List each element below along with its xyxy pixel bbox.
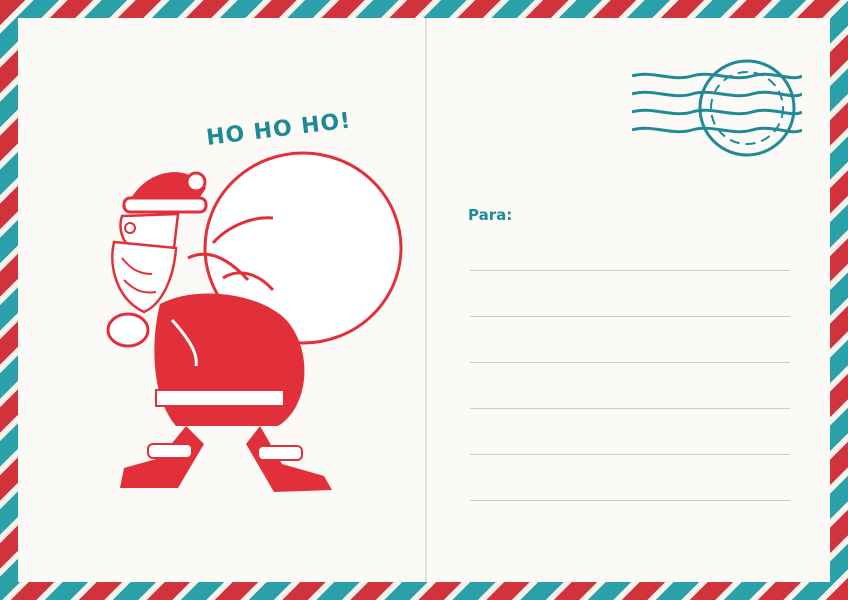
- address-line[interactable]: [470, 454, 790, 455]
- santa-claus-icon: [106, 151, 403, 492]
- postcard-face: HO HO HO! Para:: [18, 18, 830, 582]
- address-line[interactable]: [470, 316, 790, 317]
- address-line[interactable]: [470, 500, 790, 501]
- recipient-label: Para:: [468, 206, 513, 224]
- address-line[interactable]: [470, 408, 790, 409]
- airmail-postcard: HO HO HO! Para:: [0, 0, 848, 600]
- address-line[interactable]: [470, 362, 790, 363]
- postmark-icon: [632, 59, 802, 157]
- address-line[interactable]: [470, 270, 790, 271]
